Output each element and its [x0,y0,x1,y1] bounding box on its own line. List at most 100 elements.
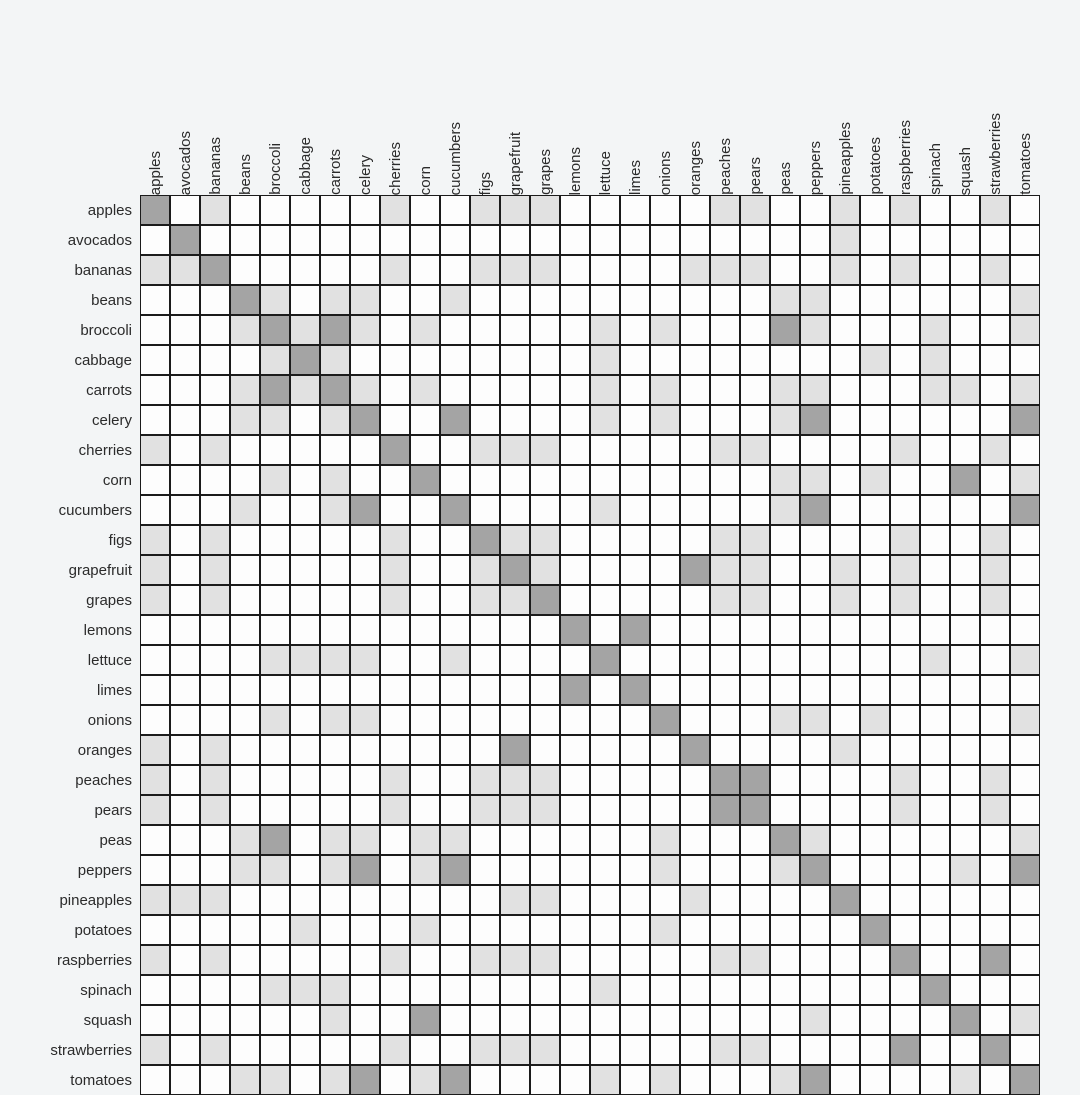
heatmap-cell [260,765,290,795]
heatmap-cell [470,825,500,855]
heatmap-cell [290,315,320,345]
heatmap-cell [710,675,740,705]
heatmap-cell [830,375,860,405]
heatmap-cell [170,225,200,255]
heatmap-cell [770,225,800,255]
heatmap-cell [320,915,350,945]
heatmap-cell [860,735,890,765]
heatmap-cell [620,975,650,1005]
heatmap-cell [620,225,650,255]
heatmap-cell [320,375,350,405]
heatmap-cell [830,315,860,345]
heatmap-cell [200,855,230,885]
heatmap-cell [380,195,410,225]
column-label: corn [410,35,440,195]
heatmap-cell [260,1065,290,1095]
heatmap-cell [740,315,770,345]
heatmap-cell [500,855,530,885]
heatmap-cell [890,195,920,225]
heatmap-cell [740,735,770,765]
heatmap-cell [950,765,980,795]
heatmap-cell [650,1035,680,1065]
heatmap-cell [200,975,230,1005]
heatmap-cell [770,945,800,975]
heatmap-cell [170,1005,200,1035]
heatmap-cell [920,225,950,255]
heatmap-cell [320,1065,350,1095]
heatmap-cell [980,195,1010,225]
heatmap-cell [440,315,470,345]
heatmap-cell [170,525,200,555]
heatmap-cell [860,1005,890,1035]
heatmap-cell [530,795,560,825]
heatmap-cell [470,1005,500,1035]
column-label: grapefruit [500,35,530,195]
heatmap-cell [950,705,980,735]
heatmap-cell [260,945,290,975]
heatmap-cell [980,675,1010,705]
heatmap-cell [1010,495,1040,525]
heatmap-cell [290,855,320,885]
heatmap-cell [170,255,200,285]
heatmap-cell [140,915,170,945]
heatmap-cell [740,675,770,705]
heatmap-cell [140,855,170,885]
heatmap-cell [140,975,170,1005]
heatmap-cell [680,765,710,795]
heatmap-cell [890,555,920,585]
heatmap-cell [140,705,170,735]
heatmap-cell [560,1035,590,1065]
heatmap-cell [320,1005,350,1035]
heatmap-cell [1010,885,1040,915]
heatmap-cell [500,765,530,795]
heatmap-cell [350,975,380,1005]
heatmap-cell [440,615,470,645]
heatmap-cell [920,885,950,915]
heatmap-cell [770,195,800,225]
heatmap-cell [440,645,470,675]
heatmap-cell [980,465,1010,495]
heatmap-cell [650,855,680,885]
row-label: apples [10,195,140,225]
heatmap-cell [470,885,500,915]
heatmap-cell [1010,585,1040,615]
heatmap-cell [920,735,950,765]
heatmap-cell [710,315,740,345]
heatmap-cell [950,645,980,675]
heatmap-cell [770,375,800,405]
heatmap-cell [1010,225,1040,255]
heatmap-cell [350,1035,380,1065]
heatmap-cell [680,1035,710,1065]
heatmap-cell [380,315,410,345]
heatmap-cell [500,435,530,465]
heatmap-cell [860,1035,890,1065]
heatmap-cell [500,525,530,555]
heatmap-cell [320,825,350,855]
heatmap-cell [590,735,620,765]
heatmap-cell [170,825,200,855]
heatmap-cell [290,735,320,765]
heatmap-cell [620,465,650,495]
row-label: spinach [10,975,140,1005]
heatmap-cell [1010,255,1040,285]
heatmap-cell [770,855,800,885]
heatmap-cell [440,885,470,915]
heatmap-cell [320,975,350,1005]
heatmap-cell [350,225,380,255]
heatmap-cell [650,255,680,285]
row-label: strawberries [10,1035,140,1065]
heatmap-cell [440,555,470,585]
heatmap-cell [860,945,890,975]
heatmap-cell [710,795,740,825]
column-label: oranges [680,35,710,195]
heatmap-cell [350,285,380,315]
heatmap-cell [740,795,770,825]
column-label: cucumbers [440,35,470,195]
heatmap-cell [230,975,260,1005]
column-label: celery [350,35,380,195]
heatmap-cell [650,915,680,945]
heatmap-cell [440,675,470,705]
heatmap-cell [920,1035,950,1065]
heatmap-cell [350,645,380,675]
heatmap-grid [140,195,1040,1095]
